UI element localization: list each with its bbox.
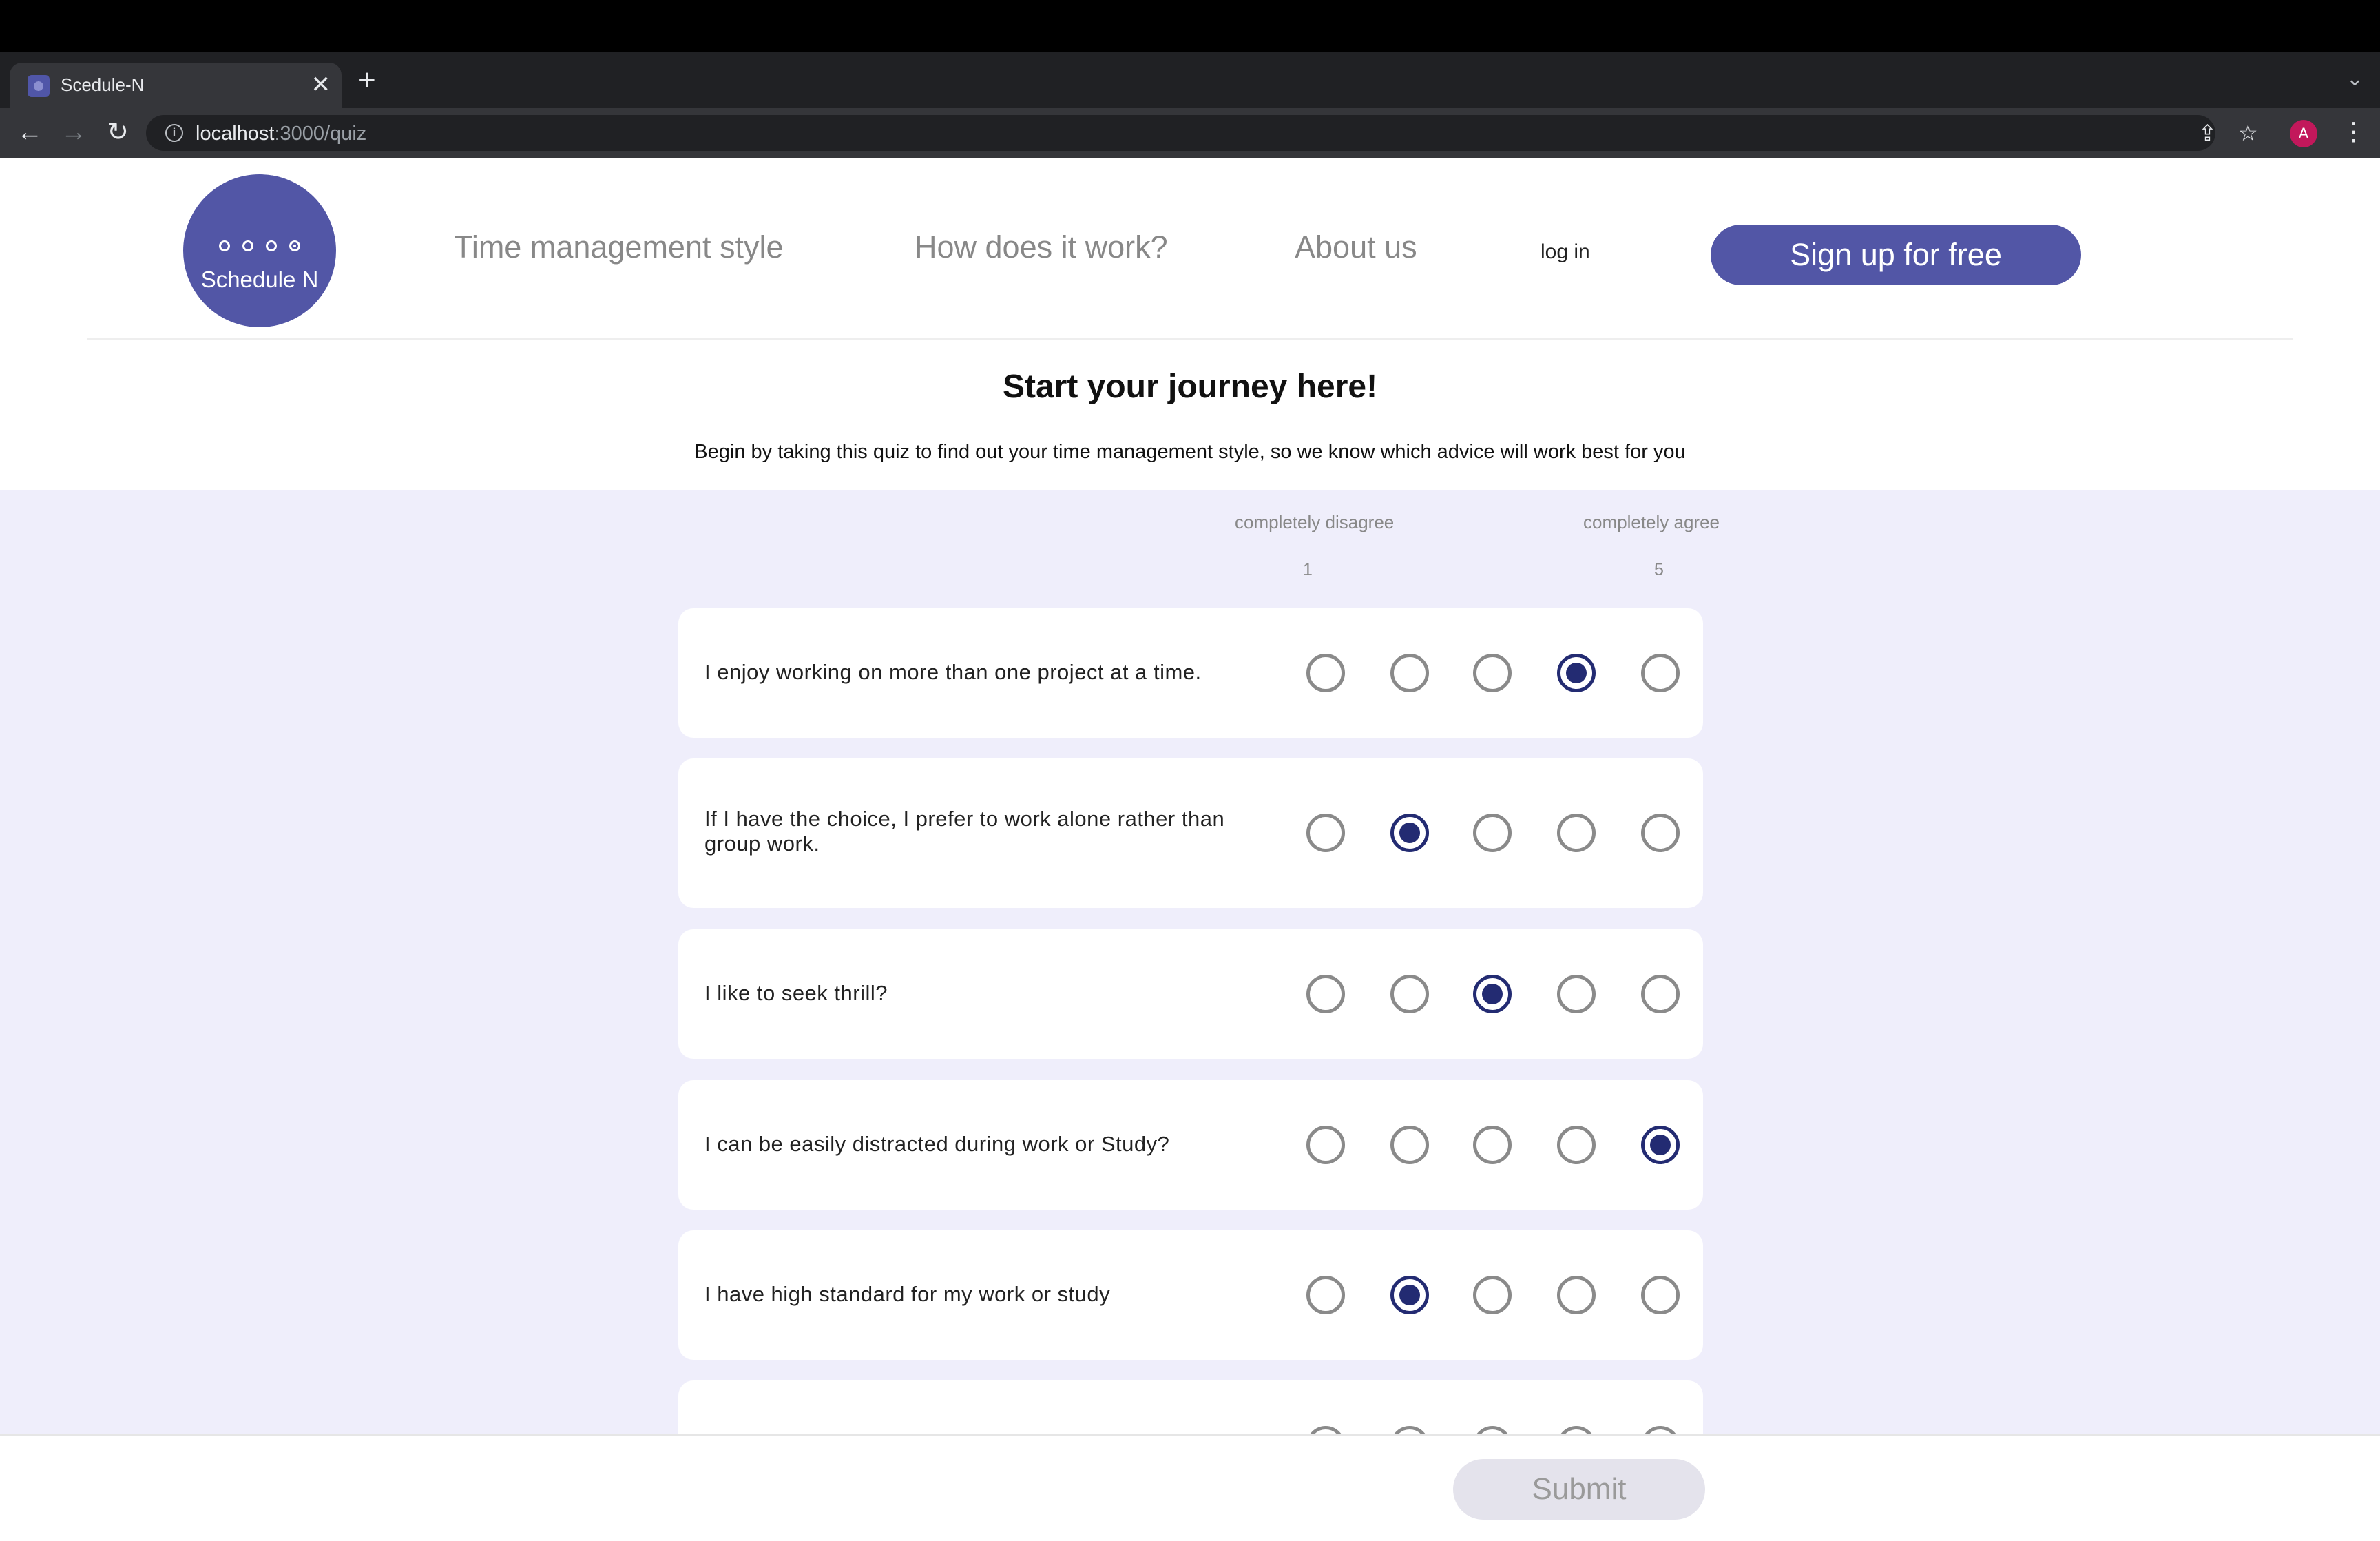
logo-dot — [219, 240, 230, 251]
question-card: I like to seek thrill? — [678, 929, 1703, 1059]
favicon-icon — [28, 75, 50, 97]
option-5-radio[interactable] — [1641, 975, 1680, 1013]
option-1-radio[interactable] — [1306, 1126, 1345, 1164]
option-5-radio[interactable] — [1641, 814, 1680, 852]
logo-text: Schedule N — [200, 267, 319, 292]
quiz-area[interactable]: completely disagree completely agree 1 5… — [0, 490, 2380, 1434]
scale-number-max: 5 — [1654, 560, 1664, 579]
question-text: I like to seek thrill? — [704, 981, 888, 1005]
option-1-radio[interactable] — [1306, 1276, 1345, 1314]
option-3-radio[interactable] — [1473, 1426, 1512, 1434]
share-icon[interactable]: ⇪ — [2198, 121, 2217, 145]
reload-icon[interactable]: ↻ — [101, 115, 135, 149]
logo-dots-icon — [183, 240, 336, 255]
submit-button[interactable]: Submit — [1453, 1459, 1705, 1520]
option-4-radio[interactable] — [1557, 654, 1596, 692]
tab-search-icon[interactable]: ⌄ — [2346, 67, 2363, 91]
address-bar[interactable]: i localhost:3000/quiz ⇪ — [146, 115, 2217, 151]
page-subtitle: Begin by taking this quiz to find out yo… — [694, 441, 1686, 463]
option-5-radio[interactable] — [1641, 654, 1680, 692]
question-text: If I have the choice, I prefer to work a… — [704, 807, 1225, 856]
question-card: I have high standard for my work or stud… — [678, 1230, 1703, 1360]
new-tab-icon[interactable]: + — [358, 65, 376, 96]
option-1-radio[interactable] — [1306, 654, 1345, 692]
question-card: I can be easily distracted during work o… — [678, 1080, 1703, 1210]
forward-icon[interactable]: → — [56, 115, 91, 149]
footer-bar: Submit — [0, 1434, 2380, 1541]
question-card-partial — [678, 1380, 1703, 1434]
option-2-radio[interactable] — [1390, 1426, 1429, 1434]
close-tab-icon[interactable]: ✕ — [311, 70, 331, 100]
option-3-radio[interactable] — [1473, 1276, 1512, 1314]
site-logo[interactable]: Schedule N — [183, 174, 336, 327]
option-3-radio[interactable] — [1473, 814, 1512, 852]
browser-menu-icon[interactable]: ⋮ — [2341, 116, 2366, 147]
browser-tab[interactable]: Scedule-N ✕ — [10, 63, 342, 108]
tab-strip: Scedule-N ✕ + ⌄ — [0, 52, 2380, 108]
option-5-radio[interactable] — [1641, 1276, 1680, 1314]
page-title: Start your journey here! — [1002, 369, 1378, 405]
option-4-radio[interactable] — [1557, 814, 1596, 852]
profile-avatar[interactable]: A — [2290, 120, 2317, 147]
option-5-radio[interactable] — [1641, 1126, 1680, 1164]
option-4-radio[interactable] — [1557, 1426, 1596, 1434]
site-info-icon[interactable]: i — [165, 124, 183, 142]
back-icon[interactable]: ← — [12, 115, 47, 149]
nav-time-management-style[interactable]: Time management style — [454, 229, 784, 265]
nav-about-us[interactable]: About us — [1295, 229, 1417, 265]
question-card: If I have the choice, I prefer to work a… — [678, 758, 1703, 908]
option-2-radio[interactable] — [1390, 1276, 1429, 1314]
option-3-radio[interactable] — [1473, 975, 1512, 1013]
option-1-radio[interactable] — [1306, 975, 1345, 1013]
logo-dot-filled — [289, 240, 300, 251]
url-path: :3000/quiz — [274, 123, 367, 145]
option-2-radio[interactable] — [1390, 814, 1429, 852]
tab-title: Scedule-N — [61, 74, 145, 95]
option-5-radio[interactable] — [1641, 1426, 1680, 1434]
url-text[interactable]: localhost:3000/quiz — [196, 123, 366, 145]
option-1-radio[interactable] — [1306, 814, 1345, 852]
site-header: Schedule N Time management style How doe… — [0, 158, 2380, 340]
question-text: I enjoy working on more than one project… — [704, 660, 1202, 684]
screen-top-bar — [0, 0, 2380, 52]
bookmark-star-icon[interactable]: ☆ — [2238, 121, 2258, 145]
option-2-radio[interactable] — [1390, 654, 1429, 692]
scale-label-disagree: completely disagree — [1235, 512, 1395, 532]
question-card: I enjoy working on more than one project… — [678, 608, 1703, 738]
logo-dot — [242, 240, 253, 251]
url-host: localhost — [196, 123, 275, 145]
login-link[interactable]: log in — [1541, 240, 1590, 264]
scale-label-agree: completely agree — [1583, 512, 1720, 532]
question-text: I can be easily distracted during work o… — [704, 1132, 1170, 1156]
option-3-radio[interactable] — [1473, 1126, 1512, 1164]
scale-number-min: 1 — [1303, 560, 1313, 579]
option-4-radio[interactable] — [1557, 1276, 1596, 1314]
option-4-radio[interactable] — [1557, 975, 1596, 1013]
option-1-radio[interactable] — [1306, 1426, 1345, 1434]
logo-dot — [266, 240, 277, 251]
browser-toolbar: ← → ↻ i localhost:3000/quiz ⇪ ☆ A ⋮ — [0, 108, 2380, 158]
option-3-radio[interactable] — [1473, 654, 1512, 692]
nav-how-it-works[interactable]: How does it work? — [915, 229, 1168, 265]
header-divider — [87, 338, 2293, 340]
question-text: I have high standard for my work or stud… — [704, 1282, 1111, 1306]
option-4-radio[interactable] — [1557, 1126, 1596, 1164]
signup-button[interactable]: Sign up for free — [1711, 225, 2081, 285]
option-2-radio[interactable] — [1390, 1126, 1429, 1164]
option-2-radio[interactable] — [1390, 975, 1429, 1013]
